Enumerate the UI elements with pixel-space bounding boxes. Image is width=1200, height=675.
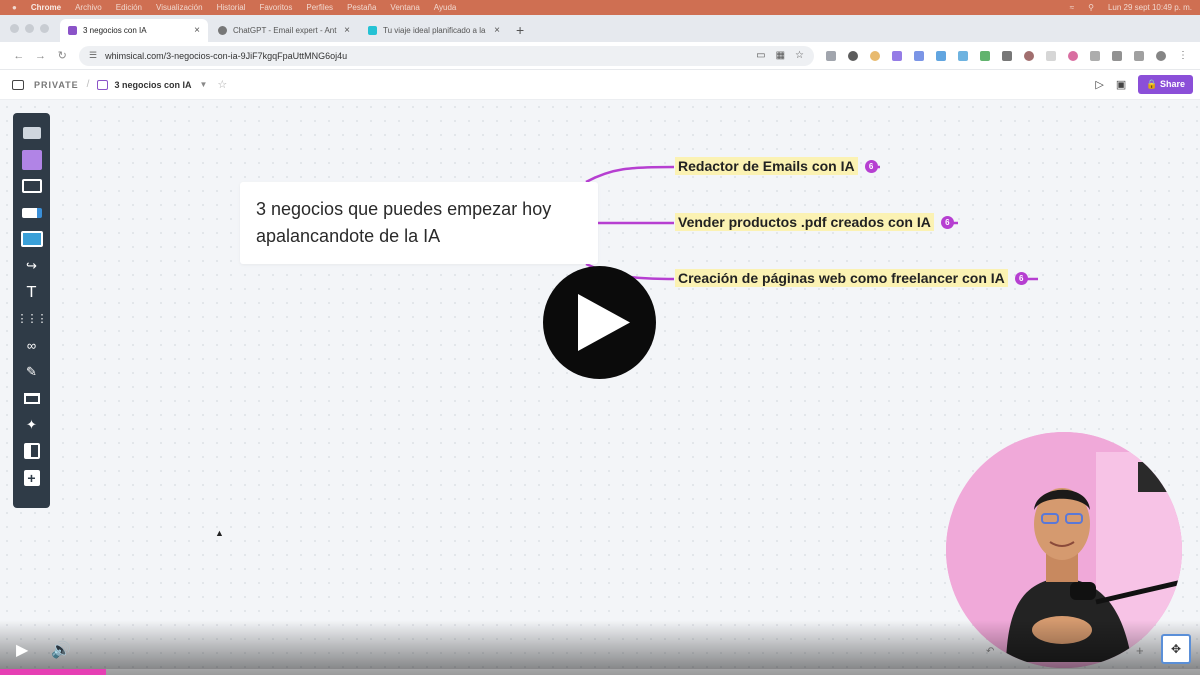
flowchart-tool-icon[interactable] xyxy=(20,121,44,145)
collapsed-count-badge[interactable]: 6 xyxy=(940,215,954,229)
undo-icon[interactable]: ↶ xyxy=(986,646,994,657)
mouse-cursor-icon: ▲ xyxy=(215,528,224,538)
video-progress-bar[interactable] xyxy=(0,669,1200,675)
mindmap-branch-1[interactable]: Redactor de Emails con IA 6 xyxy=(675,157,878,175)
collapsed-count-badge[interactable]: 6 xyxy=(864,159,878,173)
fit-screen-icon: ✥ xyxy=(1170,642,1182,656)
connector-arrow-icon[interactable]: ↪ xyxy=(20,254,44,278)
grid-apps-icon[interactable]: ⋮⋮⋮ xyxy=(17,307,48,331)
play-pause-icon[interactable]: ▶ xyxy=(16,640,28,660)
microphone xyxy=(1070,582,1096,600)
pencil-icon[interactable]: ✎ xyxy=(20,360,44,384)
sticky-note-tool-icon[interactable] xyxy=(20,148,44,172)
mindmap-branch-3[interactable]: Creación de páginas web como freelancer … xyxy=(675,269,1028,287)
video-progress-fill xyxy=(0,669,106,675)
whimsical-toolbar: ↪ T ⋮⋮⋮ ∞ ✎ ✦ + xyxy=(13,113,50,508)
video-controls-gradient xyxy=(0,620,1200,675)
frame-tool-icon[interactable] xyxy=(20,386,44,410)
add-more-icon[interactable]: + xyxy=(20,466,44,490)
templates-icon[interactable] xyxy=(20,439,44,463)
volume-icon[interactable]: 🔊 xyxy=(51,640,71,660)
mindmap-tool-icon[interactable] xyxy=(20,201,44,225)
link-icon[interactable]: ∞ xyxy=(20,333,44,357)
video-play-button[interactable] xyxy=(543,266,656,379)
mindmap-branch-2[interactable]: Vender productos .pdf creados con IA 6 xyxy=(675,213,954,231)
ai-sparkle-icon[interactable]: ✦ xyxy=(20,413,44,437)
branch-label[interactable]: Vender productos .pdf creados con IA xyxy=(675,213,934,231)
wireframe-tool-icon[interactable] xyxy=(20,174,44,198)
mindmap-root-node[interactable]: 3 negocios que puedes empezar hoy apalan… xyxy=(240,182,598,264)
zoom-in-icon[interactable]: + xyxy=(1136,643,1144,658)
collapsed-count-badge[interactable]: 6 xyxy=(1014,271,1028,285)
text-tool-icon[interactable]: T xyxy=(20,280,44,304)
connector-branch-1 xyxy=(585,165,675,184)
branch-label[interactable]: Redactor de Emails con IA xyxy=(675,157,858,175)
doc-tool-icon[interactable] xyxy=(20,227,44,251)
play-icon xyxy=(578,294,630,351)
branch-label[interactable]: Creación de páginas web como freelancer … xyxy=(675,269,1008,287)
fit-to-screen-button[interactable]: ✥ xyxy=(1161,634,1191,664)
